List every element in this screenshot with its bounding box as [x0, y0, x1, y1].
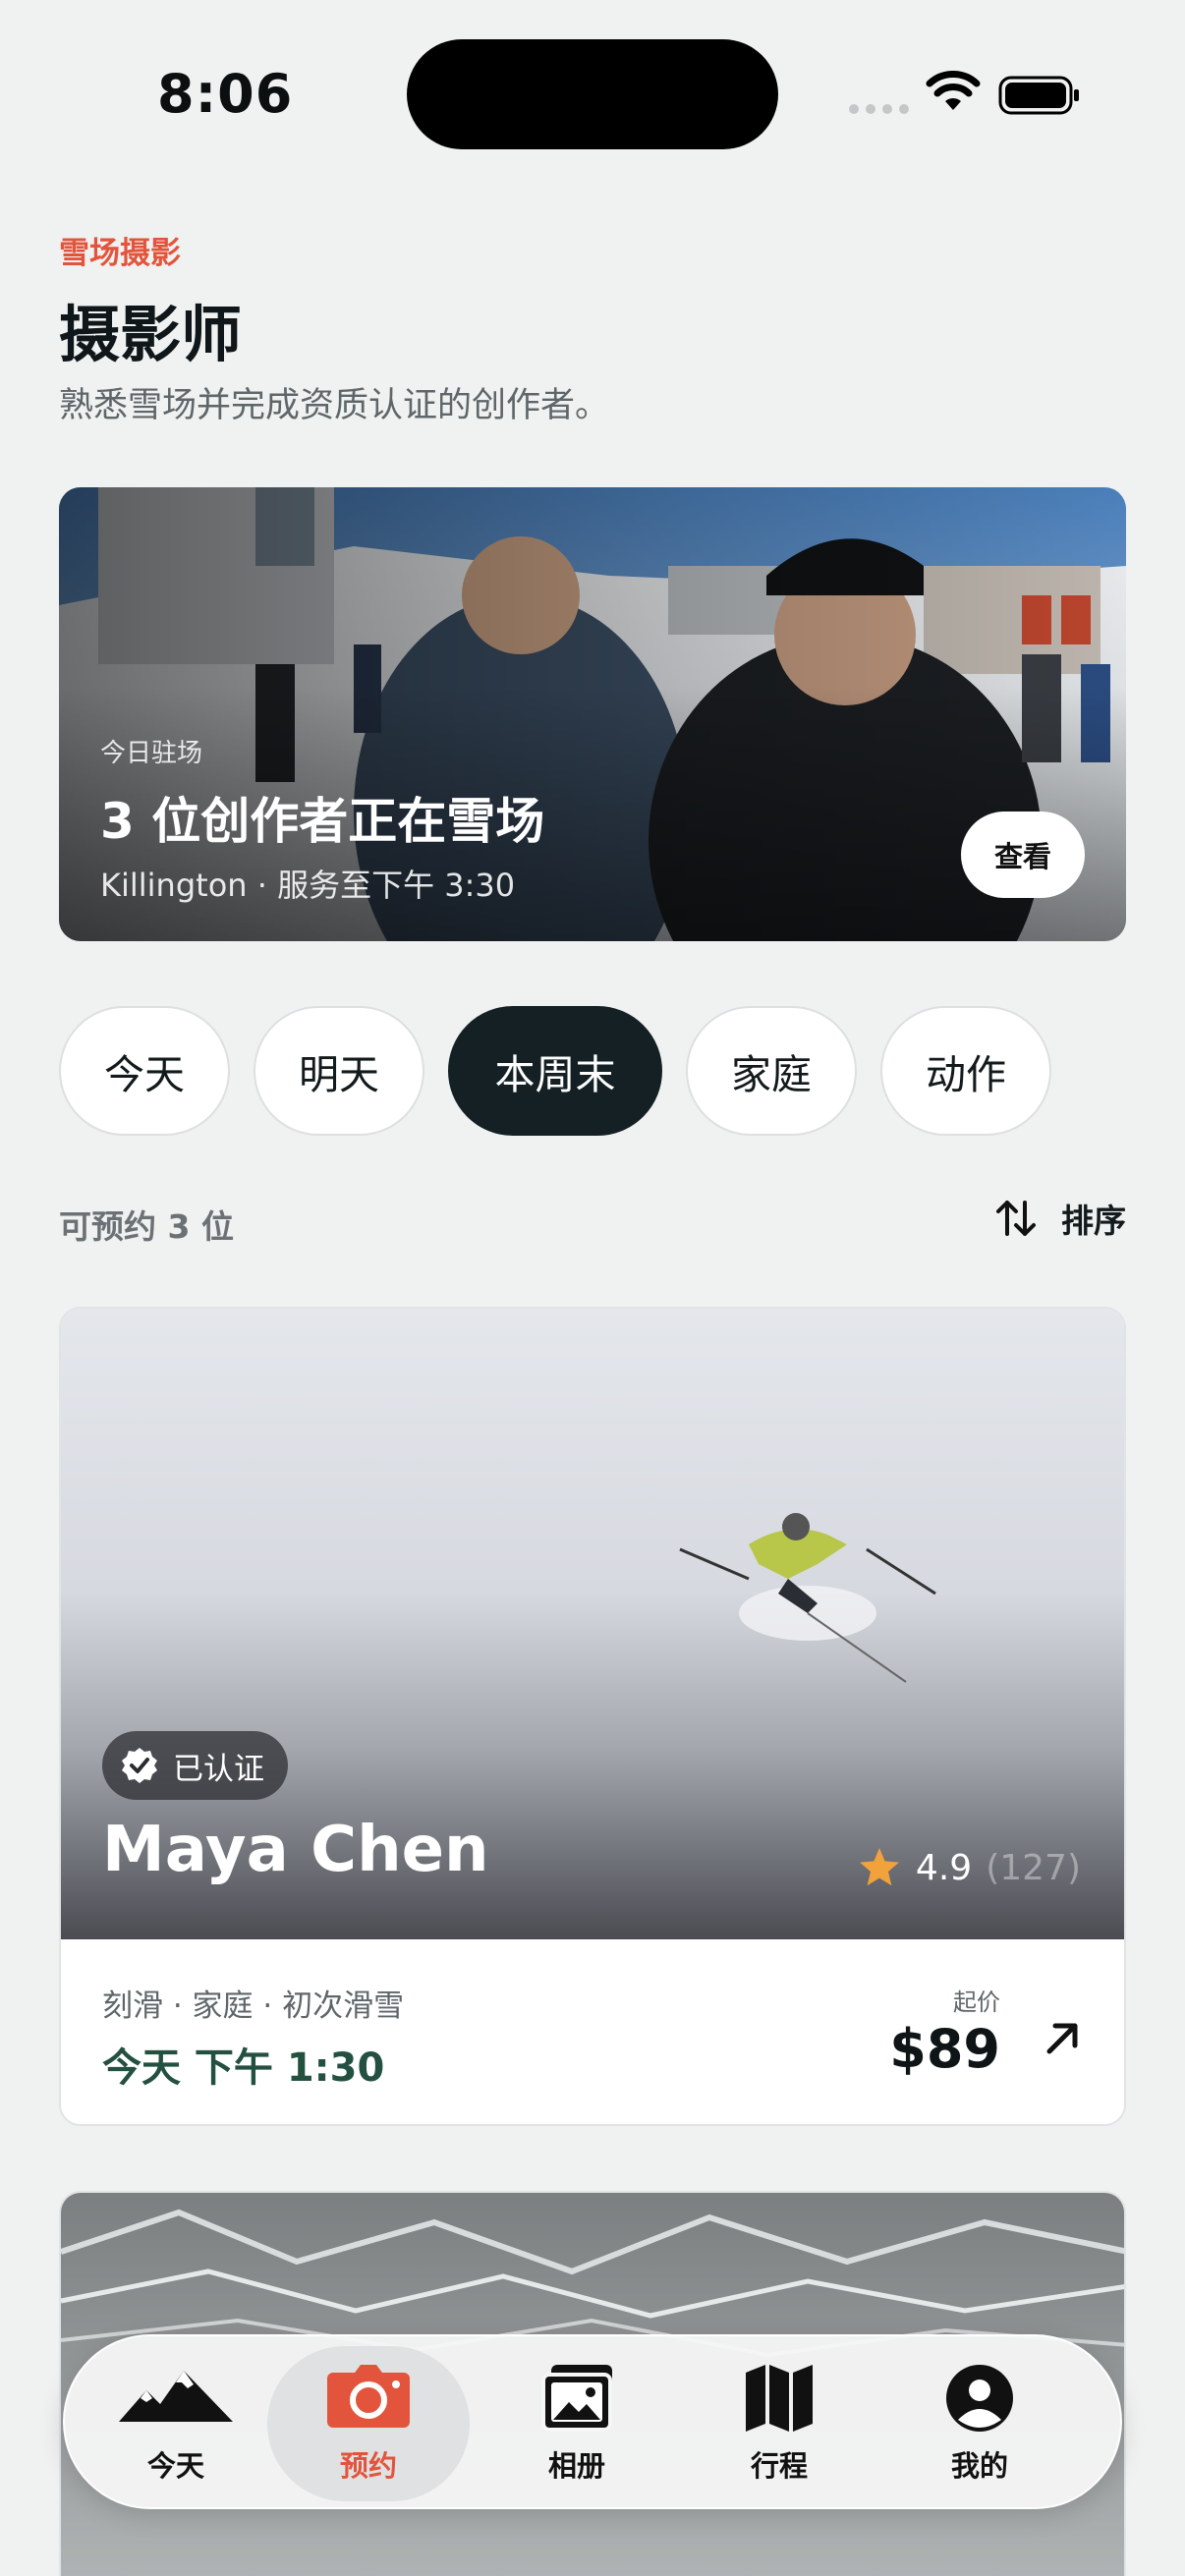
- camera-icon: [327, 2365, 410, 2428]
- rating: 4.9 (127): [857, 1845, 1081, 1890]
- rating-count: (127): [986, 1847, 1081, 1888]
- date-filter-chips: 今天 明天 本周末 家庭 动作: [59, 1006, 1051, 1136]
- on-site-creators-banner[interactable]: 今日驻场 3 位创作者正在雪场 Killington · 服务至下午 3:30 …: [59, 487, 1126, 941]
- tab-today[interactable]: 今天: [75, 2346, 277, 2501]
- chip-tomorrow[interactable]: 明天: [254, 1006, 424, 1136]
- hero-headline: 3 位创作者正在雪场: [100, 793, 545, 850]
- photo-album-icon: [541, 2365, 612, 2432]
- tab-booking[interactable]: 预约: [267, 2346, 470, 2501]
- chip-today[interactable]: 今天: [59, 1006, 230, 1136]
- view-button[interactable]: 查看: [961, 812, 1085, 898]
- star-icon: [859, 1848, 899, 1886]
- cellular-signal-icon: [849, 104, 909, 114]
- rating-value: 4.9: [915, 1847, 973, 1888]
- tab-label: 预约: [339, 2449, 397, 2483]
- arrow-up-right-icon[interactable]: [1042, 2016, 1085, 2059]
- sort-label: 排序: [1061, 1202, 1126, 1240]
- status-time: 8:06: [157, 63, 294, 125]
- verified-check-icon: [122, 1748, 157, 1783]
- photographer-name: Maya Chen: [102, 1814, 489, 1886]
- price-value: $89: [889, 2018, 1000, 2080]
- tab-profile[interactable]: 我的: [878, 2346, 1081, 2501]
- photographer-tags: 刻滑 · 家庭 · 初次滑雪: [102, 1988, 405, 2024]
- page-title: 摄影师: [59, 299, 243, 370]
- verified-label: 已认证: [173, 1751, 264, 1787]
- person-icon: [946, 2365, 1013, 2432]
- battery-icon: [998, 76, 1079, 115]
- tab-bar: 今天 预约 相册 行程 我的: [63, 2334, 1122, 2509]
- next-available-time: 今天 下午 1:30: [102, 2045, 385, 2091]
- chip-weekend[interactable]: 本周末: [448, 1006, 662, 1136]
- dynamic-island: [407, 39, 778, 149]
- hero-kicker: 今日驻场: [100, 739, 203, 768]
- available-count: 可预约 3 位: [59, 1207, 234, 1246]
- mountains-icon: [119, 2371, 233, 2422]
- section-eyebrow: 雪场摄影: [59, 236, 181, 271]
- chip-action[interactable]: 动作: [880, 1006, 1051, 1136]
- wifi-icon: [926, 71, 981, 110]
- map-icon: [746, 2365, 813, 2432]
- tab-label: 我的: [950, 2449, 1008, 2483]
- tab-album[interactable]: 相册: [476, 2346, 678, 2501]
- sort-button[interactable]: 排序: [992, 1195, 1126, 1242]
- status-bar: 8:06: [0, 0, 1185, 196]
- verified-badge: 已认证: [102, 1731, 288, 1800]
- photographer-card[interactable]: 已认证 Maya Chen 4.9 (127) 刻滑 · 家庭 · 初次滑雪 今…: [59, 1307, 1126, 2126]
- price-label: 起价: [953, 1988, 1000, 2016]
- tab-label: 相册: [547, 2449, 605, 2483]
- tab-trips[interactable]: 行程: [678, 2346, 880, 2501]
- tab-label: 行程: [750, 2449, 808, 2483]
- page-subtitle: 熟悉雪场并完成资质认证的创作者。: [59, 386, 610, 425]
- tab-label: 今天: [146, 2449, 204, 2483]
- sort-icon: [996, 1201, 1036, 1236]
- chip-family[interactable]: 家庭: [686, 1006, 857, 1136]
- hero-meta: Killington · 服务至下午 3:30: [100, 867, 516, 904]
